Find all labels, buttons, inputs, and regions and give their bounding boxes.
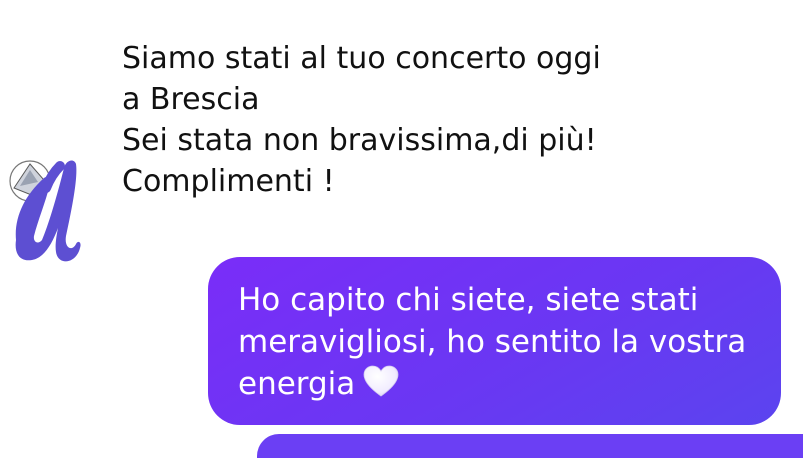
avatar-scribble-icon (9, 160, 81, 262)
outgoing-message-bubble[interactable]: Ho capito chi siete, siete stati meravig… (208, 257, 781, 425)
next-outgoing-message-bubble-partial[interactable] (257, 434, 803, 458)
outgoing-message-line: meravigliosi, ho sentito la vostra (238, 324, 747, 360)
chat-thread: Siamo stati al tuo concerto oggi a Bresc… (0, 0, 803, 458)
outgoing-message-line: Ho capito chi siete, siete stati (238, 282, 699, 318)
incoming-message-line: Sei stata non bravissima,di più! (122, 123, 597, 158)
incoming-message-line: Siamo stati al tuo concerto oggi (122, 41, 601, 76)
sender-avatar-redacted[interactable] (0, 148, 90, 273)
outgoing-message-line-with-emoji: energia (238, 363, 761, 408)
incoming-message[interactable]: Siamo stati al tuo concerto oggi a Bresc… (122, 38, 722, 202)
incoming-message-line: Complimenti ! (122, 164, 335, 199)
outgoing-message-text: energia (238, 366, 356, 402)
white-heart-icon (363, 365, 399, 408)
incoming-message-line: a Brescia (122, 82, 260, 117)
